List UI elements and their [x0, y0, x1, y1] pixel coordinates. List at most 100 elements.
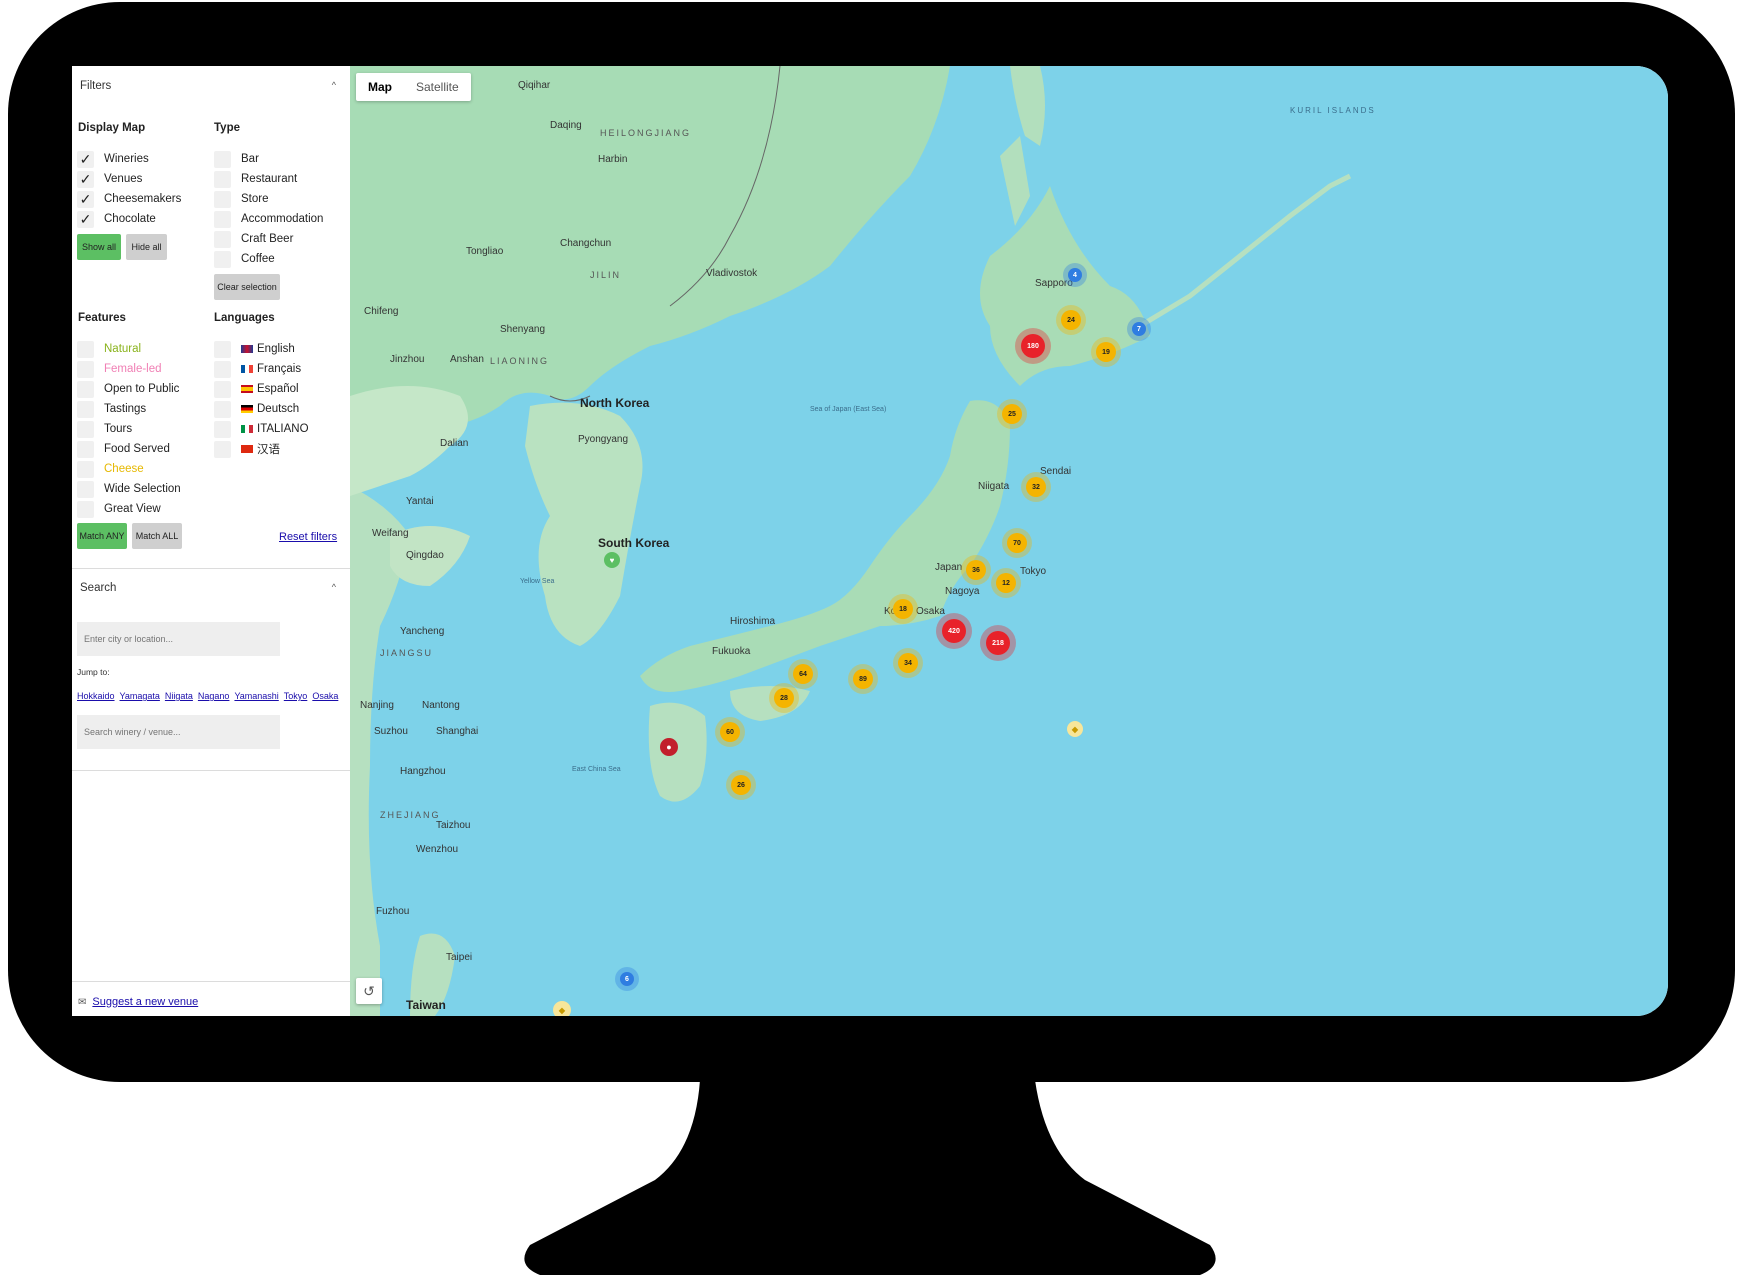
reset-view-icon[interactable]: ↺ — [356, 978, 382, 1004]
feature-food-served[interactable]: Food Served — [77, 440, 170, 458]
language-label: ITALIANO — [257, 423, 309, 435]
map-cluster[interactable]: 4 — [1068, 268, 1082, 282]
display-wineries[interactable]: ✓ Wineries — [77, 150, 149, 168]
language-english[interactable]: English — [214, 340, 295, 358]
checkbox[interactable] — [214, 210, 231, 228]
jump-osaka-link[interactable]: Osaka — [312, 691, 338, 701]
map-cluster[interactable]: 32 — [1026, 477, 1046, 497]
checkbox[interactable] — [214, 230, 231, 248]
checkbox[interactable] — [77, 500, 94, 518]
match-any-button[interactable]: Match ANY — [77, 523, 127, 549]
show-all-button[interactable]: Show all — [77, 234, 121, 260]
feature-wide-selection[interactable]: Wide Selection — [77, 480, 181, 498]
satellite-tab[interactable]: Satellite — [404, 73, 471, 101]
checkbox[interactable] — [214, 150, 231, 168]
checkbox[interactable] — [214, 340, 231, 358]
map-cluster[interactable]: 26 — [731, 775, 751, 795]
checkbox[interactable] — [77, 400, 94, 418]
map-cluster[interactable]: 18 — [893, 599, 913, 619]
jump-yamagata-link[interactable]: Yamagata — [120, 691, 160, 701]
map-cluster[interactable]: 28 — [774, 688, 794, 708]
map-cluster[interactable]: 7 — [1132, 322, 1146, 336]
feature-open-to-public[interactable]: Open to Public — [77, 380, 179, 398]
checkbox[interactable] — [77, 440, 94, 458]
feature-natural[interactable]: Natural — [77, 340, 141, 358]
checkbox[interactable] — [77, 420, 94, 438]
map-cluster[interactable]: 89 — [853, 669, 873, 689]
cheese-marker-icon[interactable]: ◆ — [1067, 721, 1083, 737]
map-cluster[interactable]: 420 — [942, 619, 966, 643]
map-cluster[interactable]: 70 — [1007, 533, 1027, 553]
map-cluster[interactable]: 64 — [793, 664, 813, 684]
checkbox[interactable] — [214, 250, 231, 268]
collapse-filters-icon[interactable]: ^ — [332, 80, 336, 90]
checkbox[interactable] — [214, 400, 231, 418]
hide-all-button[interactable]: Hide all — [126, 234, 167, 260]
jump-hokkaido-link[interactable]: Hokkaido — [77, 691, 115, 701]
checkbox[interactable] — [214, 420, 231, 438]
check-icon[interactable]: ✓ — [77, 150, 94, 168]
jump-yamanashi-link[interactable]: Yamanashi — [234, 691, 278, 701]
checkbox[interactable] — [77, 380, 94, 398]
checkbox[interactable] — [214, 440, 231, 458]
language-chinese[interactable]: 汉语 — [214, 440, 280, 458]
jump-nagano-link[interactable]: Nagano — [198, 691, 230, 701]
map-cluster[interactable]: 6 — [620, 972, 634, 986]
checkbox[interactable] — [214, 360, 231, 378]
type-bar[interactable]: Bar — [214, 150, 259, 168]
collapse-search-icon[interactable]: ^ — [332, 582, 336, 592]
map-cluster[interactable]: 19 — [1096, 342, 1116, 362]
type-craft-beer[interactable]: Craft Beer — [214, 230, 293, 248]
venue-marker-icon[interactable]: ♥ — [604, 552, 620, 568]
map-cluster[interactable]: 25 — [1002, 404, 1022, 424]
map-cluster[interactable]: 60 — [720, 722, 740, 742]
display-chocolate[interactable]: ✓ Chocolate — [77, 210, 156, 228]
type-restaurant[interactable]: Restaurant — [214, 170, 297, 188]
checkbox[interactable] — [214, 170, 231, 188]
map-view[interactable]: Map Satellite Qiqihar Daqing HEILONGJIAN… — [350, 66, 1668, 1016]
feature-cheese[interactable]: Cheese — [77, 460, 144, 478]
search-header[interactable]: Search — [80, 582, 116, 594]
jump-tokyo-link[interactable]: Tokyo — [284, 691, 308, 701]
language-french[interactable]: Français — [214, 360, 301, 378]
type-store[interactable]: Store — [214, 190, 269, 208]
map-cluster[interactable]: 24 — [1061, 310, 1081, 330]
language-spanish[interactable]: Español — [214, 380, 299, 398]
suggest-venue-link[interactable]: Suggest a new venue — [92, 996, 198, 1008]
language-german[interactable]: Deutsch — [214, 400, 299, 418]
map-label: Chifeng — [364, 306, 399, 317]
display-cheesemakers[interactable]: ✓ Cheesemakers — [77, 190, 181, 208]
map-cluster[interactable]: 180 — [1021, 334, 1045, 358]
map-cluster[interactable]: 12 — [996, 573, 1016, 593]
checkbox[interactable] — [214, 190, 231, 208]
map-tab[interactable]: Map — [356, 73, 404, 101]
type-coffee[interactable]: Coffee — [214, 250, 275, 268]
cheese-marker-icon[interactable]: ◆ — [553, 1001, 571, 1016]
check-icon[interactable]: ✓ — [77, 190, 94, 208]
checkbox[interactable] — [214, 380, 231, 398]
feature-great-view[interactable]: Great View — [77, 500, 161, 518]
city-search-input[interactable] — [77, 622, 280, 656]
checkbox[interactable] — [77, 360, 94, 378]
winery-grape-icon[interactable]: ● — [660, 738, 678, 756]
feature-female-led[interactable]: Female-led — [77, 360, 162, 378]
venue-search-input[interactable] — [77, 715, 280, 749]
checkbox[interactable] — [77, 340, 94, 358]
checkbox[interactable] — [77, 460, 94, 478]
check-icon[interactable]: ✓ — [77, 210, 94, 228]
map-cluster[interactable]: 36 — [966, 560, 986, 580]
map-cluster[interactable]: 34 — [898, 653, 918, 673]
display-venues[interactable]: ✓ Venues — [77, 170, 142, 188]
checkbox[interactable] — [77, 480, 94, 498]
reset-filters-link[interactable]: Reset filters — [279, 531, 337, 543]
clear-selection-button[interactable]: Clear selection — [214, 274, 280, 300]
feature-tours[interactable]: Tours — [77, 420, 132, 438]
type-accommodation[interactable]: Accommodation — [214, 210, 323, 228]
feature-tastings[interactable]: Tastings — [77, 400, 146, 418]
check-icon[interactable]: ✓ — [77, 170, 94, 188]
match-all-button[interactable]: Match ALL — [132, 523, 182, 549]
language-italian[interactable]: ITALIANO — [214, 420, 309, 438]
map-cluster[interactable]: 218 — [986, 631, 1010, 655]
jump-niigata-link[interactable]: Niigata — [165, 691, 193, 701]
filters-header[interactable]: Filters — [80, 80, 111, 92]
